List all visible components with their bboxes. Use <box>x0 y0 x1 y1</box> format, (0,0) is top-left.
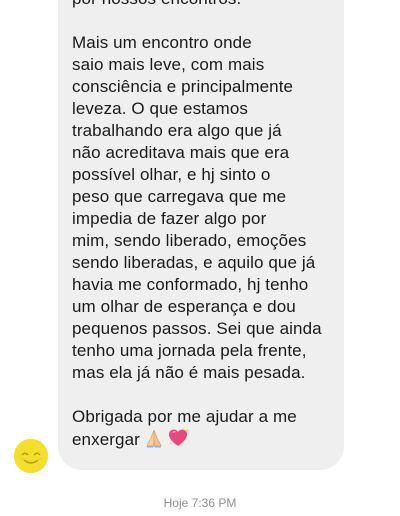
message-line: Mais um encontro onde <box>72 33 252 52</box>
message-line: mim, sendo liberado, emoções <box>72 231 307 250</box>
message-line: mas ela já não é mais pesada. <box>72 363 306 382</box>
smiling-face-avatar-icon[interactable] <box>14 439 48 473</box>
message-timestamp: Hoje 7:36 PM <box>163 496 237 510</box>
chat-thread: por nossos encontros. Mais um encontro o… <box>0 0 400 516</box>
message-line: pequenos passos. Sei que ainda <box>72 319 322 338</box>
message-line-last: enxergar <box>72 428 344 450</box>
message-line: por nossos encontros. <box>72 0 344 10</box>
message-line: sendo liberadas, e aquilo que já <box>72 253 316 272</box>
message-line: leveza. O que estamos <box>72 99 248 118</box>
message-line: possível olhar, e hj sinto o <box>72 165 271 184</box>
message-text: por nossos encontros. Mais um encontro o… <box>72 0 344 450</box>
message-line: um olhar de esperança e dou <box>72 297 296 316</box>
message-line: peso que carregava que me <box>72 187 287 206</box>
sparkling-heart-icon <box>168 428 190 454</box>
message-line: tenho uma jornada pela frente, <box>72 341 307 360</box>
message-bubble[interactable]: por nossos encontros. Mais um encontro o… <box>58 0 344 470</box>
message-line: consciência e principalmente <box>72 77 294 96</box>
message-line: Obrigada por me ajudar a me <box>72 407 297 426</box>
message-line: impedia de fazer algo por <box>72 209 267 228</box>
message-line: saio mais leve, com mais <box>72 55 265 74</box>
message-line: não acreditava mais que era <box>72 143 290 162</box>
message-line: havia me conformado, hj tenho <box>72 275 309 294</box>
folded-hands-icon <box>144 428 164 454</box>
message-line: trabalhando era algo que já <box>72 121 282 140</box>
message-line-text: enxergar <box>72 430 140 449</box>
